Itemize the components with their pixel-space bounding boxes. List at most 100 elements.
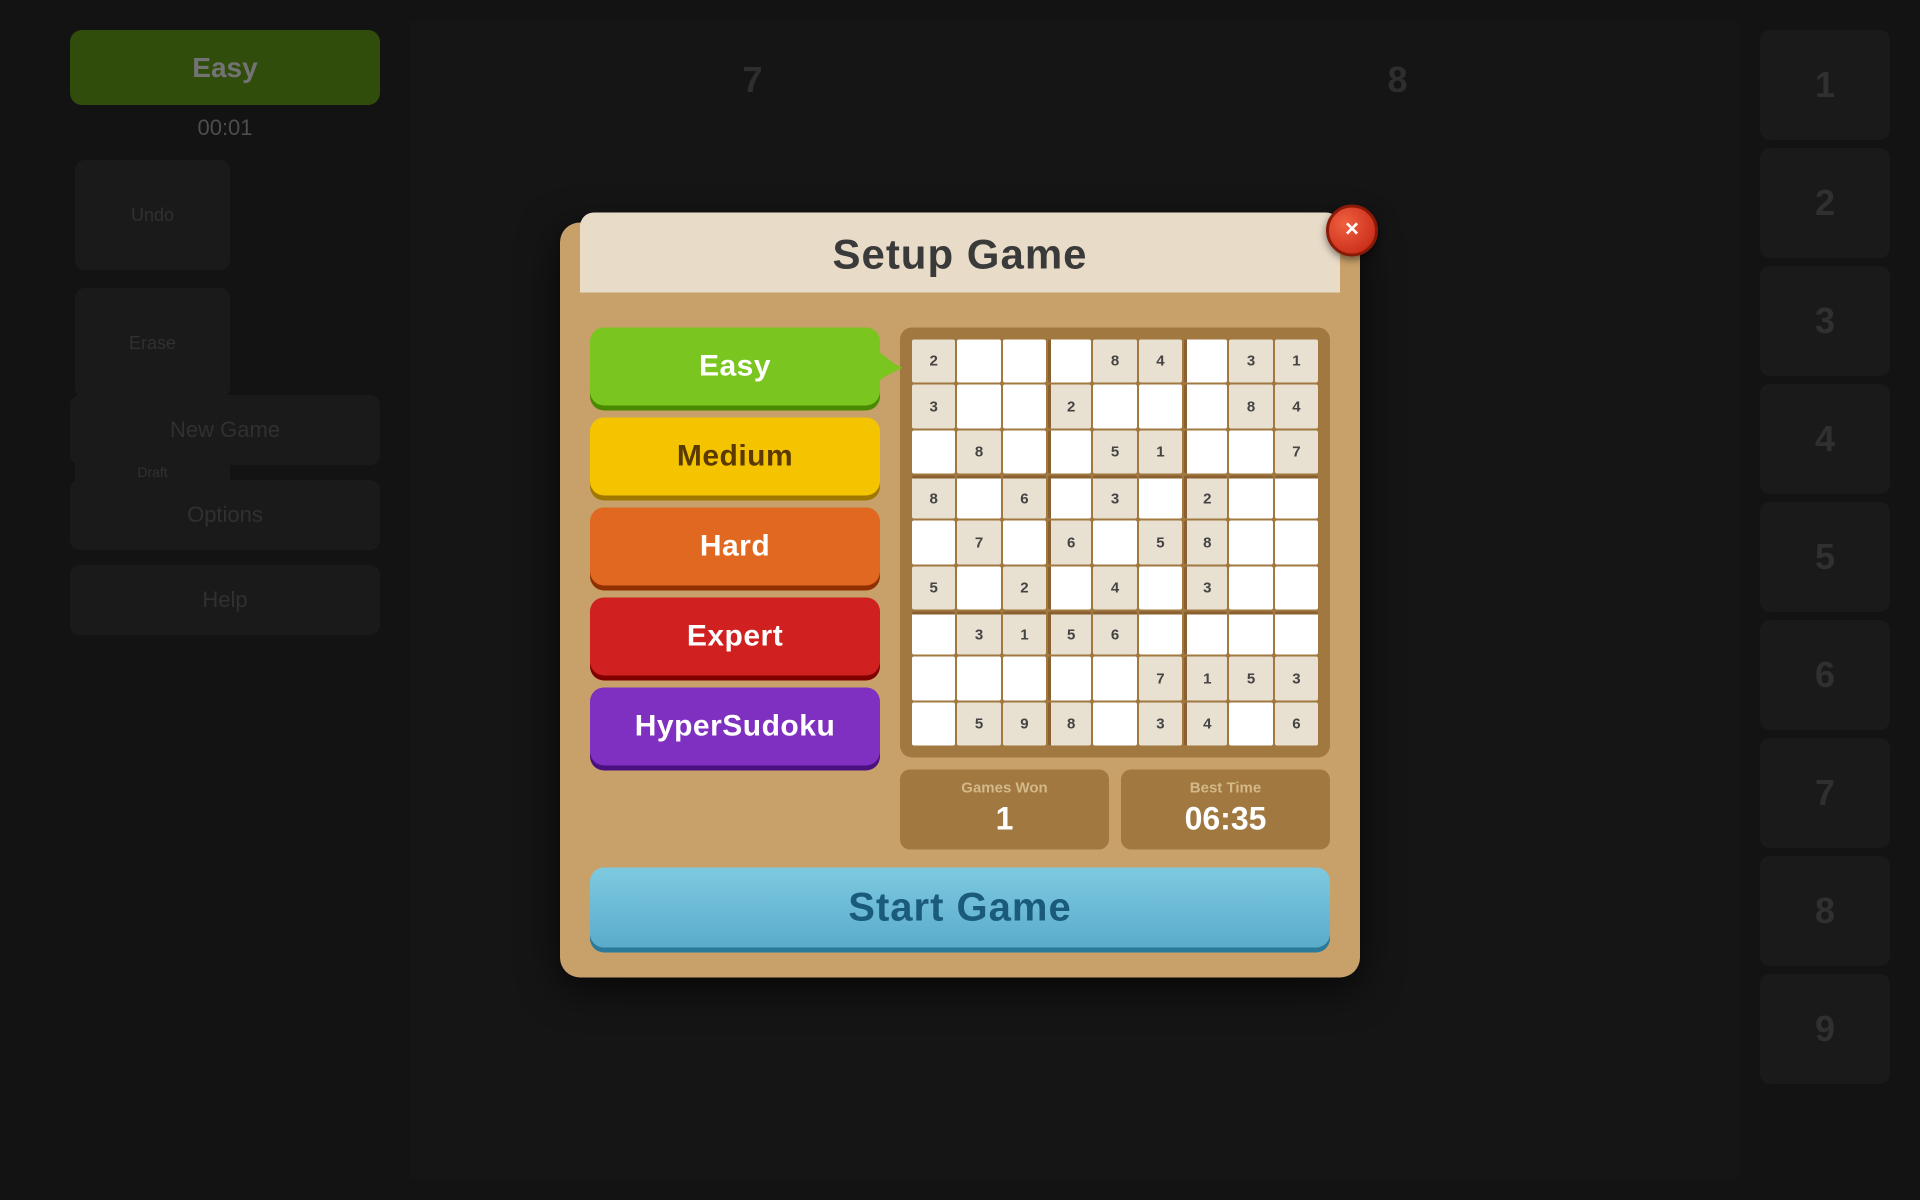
medium-button[interactable]: Medium xyxy=(590,417,880,495)
sudoku-cell: 3 xyxy=(1093,475,1136,518)
sudoku-cell xyxy=(1184,385,1227,428)
sudoku-cell: 7 xyxy=(957,521,1000,564)
sudoku-cell xyxy=(957,657,1000,700)
modal-body: Easy Medium Hard Expert HyperSudoku xyxy=(590,327,1330,849)
close-button[interactable]: × xyxy=(1326,204,1378,256)
sudoku-cell xyxy=(912,430,955,473)
sudoku-cell: 5 xyxy=(1048,612,1091,655)
start-game-button[interactable]: Start Game xyxy=(590,868,1330,948)
sudoku-cell: 4 xyxy=(1139,339,1182,382)
sudoku-cell: 5 xyxy=(1093,430,1136,473)
sudoku-cell: 6 xyxy=(1003,475,1046,518)
sudoku-cell: 8 xyxy=(1184,521,1227,564)
sudoku-cell xyxy=(1003,430,1046,473)
sudoku-cell xyxy=(1048,657,1091,700)
sudoku-cell: 9 xyxy=(1003,702,1046,745)
sudoku-cell: 1 xyxy=(1003,612,1046,655)
sudoku-cell xyxy=(912,521,955,564)
sudoku-cell: 7 xyxy=(1275,430,1318,473)
sudoku-cell xyxy=(1139,612,1182,655)
best-time-label: Best Time xyxy=(1121,780,1330,797)
sudoku-cell xyxy=(1229,475,1272,518)
sudoku-cell: 2 xyxy=(1048,385,1091,428)
sudoku-cell: 3 xyxy=(1229,339,1272,382)
sudoku-cell xyxy=(1003,657,1046,700)
preview-panel: 284313284851786327658524331567153598346 … xyxy=(900,327,1330,849)
sudoku-cell xyxy=(957,339,1000,382)
hard-button[interactable]: Hard xyxy=(590,507,880,585)
sudoku-cell xyxy=(1275,521,1318,564)
sudoku-cell: 3 xyxy=(957,612,1000,655)
sudoku-cell: 5 xyxy=(1139,521,1182,564)
sudoku-cell: 8 xyxy=(957,430,1000,473)
sudoku-cell xyxy=(1275,566,1318,609)
sudoku-cell: 1 xyxy=(1275,339,1318,382)
sudoku-cell xyxy=(957,475,1000,518)
hypersudoku-button[interactable]: HyperSudoku xyxy=(590,687,880,765)
sudoku-cell xyxy=(1139,566,1182,609)
sudoku-cell: 5 xyxy=(912,566,955,609)
sudoku-cell xyxy=(1275,612,1318,655)
selected-arrow-icon xyxy=(880,352,898,380)
sudoku-cell: 1 xyxy=(1139,430,1182,473)
sudoku-grid: 284313284851786327658524331567153598346 xyxy=(912,339,1318,745)
sudoku-cell xyxy=(1003,339,1046,382)
sudoku-cell: 3 xyxy=(912,385,955,428)
sudoku-cell xyxy=(1003,521,1046,564)
sudoku-cell xyxy=(1048,430,1091,473)
setup-game-modal: Setup Game × Easy Medium Hard Expert xyxy=(560,222,1360,977)
sudoku-cell xyxy=(912,612,955,655)
best-time-value: 06:35 xyxy=(1121,801,1330,838)
sudoku-cell xyxy=(1139,475,1182,518)
sudoku-cell: 4 xyxy=(1093,566,1136,609)
sudoku-cell: 3 xyxy=(1275,657,1318,700)
sudoku-cell xyxy=(1093,702,1136,745)
sudoku-cell xyxy=(1093,385,1136,428)
sudoku-cell xyxy=(1229,566,1272,609)
sudoku-cell xyxy=(1184,430,1227,473)
sudoku-cell xyxy=(1184,612,1227,655)
sudoku-cell xyxy=(1048,339,1091,382)
games-won-value: 1 xyxy=(900,801,1109,838)
sudoku-cell: 7 xyxy=(1139,657,1182,700)
sudoku-cell: 6 xyxy=(1048,521,1091,564)
sudoku-cell xyxy=(1229,612,1272,655)
sudoku-cell xyxy=(1003,385,1046,428)
sudoku-cell: 5 xyxy=(957,702,1000,745)
stats-row: Games Won 1 Best Time 06:35 xyxy=(900,770,1330,850)
sudoku-preview: 284313284851786327658524331567153598346 xyxy=(900,327,1330,757)
sudoku-cell: 6 xyxy=(1275,702,1318,745)
sudoku-cell xyxy=(1229,521,1272,564)
sudoku-cell xyxy=(1184,339,1227,382)
sudoku-cell xyxy=(912,657,955,700)
modal-title-bar: Setup Game xyxy=(580,212,1340,292)
sudoku-cell: 3 xyxy=(1139,702,1182,745)
sudoku-cell xyxy=(1048,475,1091,518)
sudoku-cell: 3 xyxy=(1184,566,1227,609)
sudoku-cell xyxy=(912,702,955,745)
best-time-box: Best Time 06:35 xyxy=(1121,770,1330,850)
sudoku-cell: 2 xyxy=(912,339,955,382)
sudoku-cell xyxy=(1093,521,1136,564)
sudoku-cell: 8 xyxy=(1093,339,1136,382)
sudoku-cell xyxy=(1139,385,1182,428)
sudoku-cell xyxy=(1229,702,1272,745)
modal-title: Setup Game xyxy=(832,230,1087,277)
close-icon: × xyxy=(1345,217,1359,241)
sudoku-cell xyxy=(1229,430,1272,473)
sudoku-cell: 4 xyxy=(1275,385,1318,428)
sudoku-cell: 6 xyxy=(1093,612,1136,655)
easy-btn-wrapper: Easy xyxy=(590,327,880,405)
sudoku-cell xyxy=(957,566,1000,609)
sudoku-cell xyxy=(957,385,1000,428)
sudoku-cell: 4 xyxy=(1184,702,1227,745)
sudoku-cell xyxy=(1048,566,1091,609)
sudoku-cell: 2 xyxy=(1003,566,1046,609)
expert-button[interactable]: Expert xyxy=(590,597,880,675)
sudoku-cell: 2 xyxy=(1184,475,1227,518)
sudoku-cell: 8 xyxy=(1229,385,1272,428)
games-won-label: Games Won xyxy=(900,780,1109,797)
sudoku-cell: 1 xyxy=(1184,657,1227,700)
sudoku-cell: 8 xyxy=(1048,702,1091,745)
easy-button[interactable]: Easy xyxy=(590,327,880,405)
